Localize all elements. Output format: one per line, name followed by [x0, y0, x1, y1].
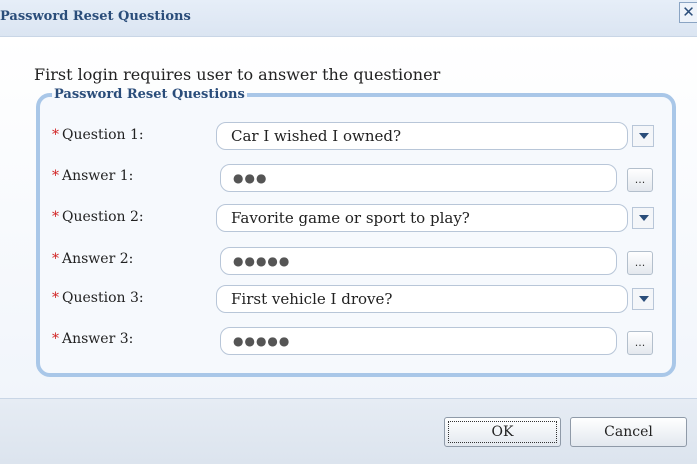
answer-2-row: * Answer 2: ●●●●● ...: [0, 246, 697, 276]
answer-3-label: * Answer 3:: [52, 331, 134, 347]
answer-1-ellipsis-button[interactable]: ...: [627, 168, 653, 192]
question-2-select[interactable]: Favorite game or sport to play?: [216, 204, 628, 232]
answer-1-password-field[interactable]: ●●●: [220, 164, 617, 192]
question-2-label: * Question 2:: [52, 209, 144, 225]
dialog-titlebar: Password Reset Questions ✕: [0, 0, 697, 37]
group-legend: Password Reset Questions: [54, 87, 245, 102]
question-1-dropdown-button[interactable]: [632, 125, 654, 147]
close-icon[interactable]: ✕: [679, 2, 697, 23]
required-marker: *: [52, 331, 59, 347]
required-marker: *: [52, 209, 59, 225]
answer-2-password-field[interactable]: ●●●●●: [220, 247, 617, 275]
cancel-button[interactable]: Cancel: [570, 417, 687, 447]
question-3-select[interactable]: First vehicle I drove?: [216, 285, 628, 313]
intro-text: First login requires user to answer the …: [34, 65, 441, 84]
answer-2-ellipsis-button[interactable]: ...: [627, 251, 653, 275]
dialog-content: First login requires user to answer the …: [0, 37, 697, 398]
question-3-dropdown-button[interactable]: [632, 288, 654, 310]
dialog-footer: OK Cancel: [0, 398, 697, 464]
answer-1-row: * Answer 1: ●●● ...: [0, 163, 697, 193]
question-3-label: * Question 3:: [52, 290, 144, 306]
answer-3-ellipsis-button[interactable]: ...: [627, 331, 653, 355]
question-2-dropdown-button[interactable]: [632, 207, 654, 229]
question-3-row: * Question 3: First vehicle I drove?: [0, 285, 697, 315]
answer-3-row: * Answer 3: ●●●●● ...: [0, 326, 697, 356]
question-1-row: * Question 1: Car I wished I owned?: [0, 122, 697, 152]
question-1-select[interactable]: Car I wished I owned?: [216, 122, 628, 150]
question-1-label: * Question 1:: [52, 127, 144, 143]
chevron-down-icon: [639, 133, 649, 139]
answer-3-password-field[interactable]: ●●●●●: [220, 327, 617, 355]
answer-2-label: * Answer 2:: [52, 251, 134, 267]
question-2-row: * Question 2: Favorite game or sport to p…: [0, 204, 697, 234]
chevron-down-icon: [639, 215, 649, 221]
focus-ring: [448, 421, 557, 443]
required-marker: *: [52, 168, 59, 184]
chevron-down-icon: [639, 296, 649, 302]
answer-1-label: * Answer 1:: [52, 168, 134, 184]
ok-button[interactable]: OK: [444, 417, 561, 447]
required-marker: *: [52, 127, 59, 143]
required-marker: *: [52, 290, 59, 306]
required-marker: *: [52, 251, 59, 267]
dialog-title: Password Reset Questions: [0, 9, 191, 24]
